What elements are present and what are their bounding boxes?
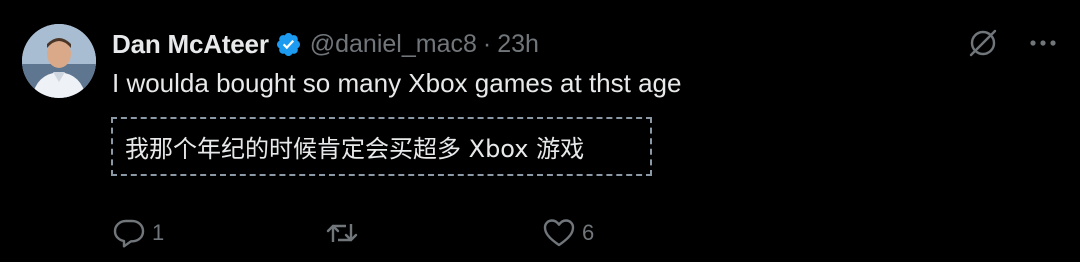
like-count: 6 (582, 220, 595, 245)
retweet-button[interactable] (325, 216, 365, 250)
translation-box: 我那个年纪的时候肯定会买超多 Xbox 游戏 (111, 117, 652, 176)
avatar-photo (22, 24, 96, 98)
avatar[interactable] (22, 24, 96, 98)
grok-slash-circle-icon[interactable] (966, 26, 1000, 60)
reply-count: 1 (152, 220, 165, 245)
action-bar: 1 6 (112, 216, 1072, 252)
author-handle[interactable]: @daniel_mac8 (310, 30, 477, 59)
author-name[interactable]: Dan McAteer (112, 29, 269, 60)
reply-button[interactable]: 1 (112, 216, 164, 250)
separator-dot: · (482, 29, 492, 58)
tweet-top-actions (966, 26, 1058, 60)
translation-text: 我那个年纪的时候肯定会买超多 Xbox 游戏 (125, 135, 585, 163)
timestamp[interactable]: 23h (497, 30, 539, 59)
more-dots-icon[interactable] (1028, 28, 1058, 58)
tweet-header: Dan McAteer @daniel_mac8 · 23h (112, 27, 539, 61)
like-button[interactable]: 6 (542, 216, 594, 250)
tweet-card[interactable]: Dan McAteer @daniel_mac8 · 23h I woulda (0, 0, 1080, 262)
verified-badge-icon[interactable] (275, 31, 302, 58)
tweet-text: I woulda bought so many Xbox games at th… (112, 68, 682, 98)
heart-icon (542, 216, 576, 250)
retweet-arrows-icon (325, 216, 359, 250)
reply-bubble-icon (112, 216, 146, 250)
